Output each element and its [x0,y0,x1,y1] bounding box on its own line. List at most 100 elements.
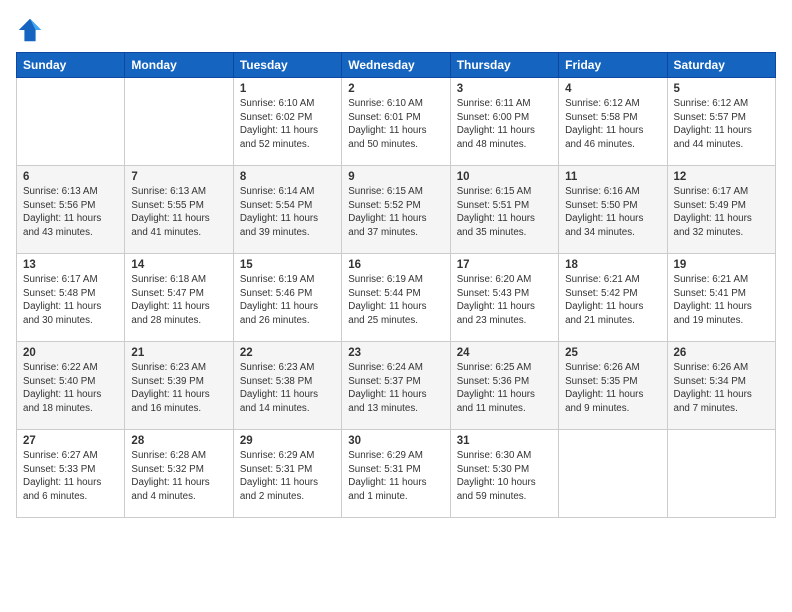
calendar-cell: 17Sunrise: 6:20 AMSunset: 5:43 PMDayligh… [450,254,558,342]
day-number: 20 [23,347,118,359]
day-info: Sunrise: 6:28 AMSunset: 5:32 PMDaylight:… [131,449,226,504]
day-info: Sunrise: 6:30 AMSunset: 5:30 PMDaylight:… [457,449,552,504]
day-number: 11 [565,171,660,183]
day-info: Sunrise: 6:17 AMSunset: 5:49 PMDaylight:… [674,185,769,240]
calendar-cell: 6 Sunrise: 6:13 AMSunset: 5:56 PMDaylight… [17,166,125,254]
day-number: 23 [348,347,443,359]
calendar-cell: 12 Sunrise: 6:17 AMSunset: 5:49 PMDayligh… [667,166,775,254]
day-number: 4 [565,83,660,95]
day-number: 22 [240,347,335,359]
calendar-week: 27Sunrise: 6:27 AMSunset: 5:33 PMDayligh… [17,430,776,518]
day-number: 5 [674,83,769,95]
weekday-header: Monday [125,53,233,78]
calendar-cell [667,430,775,518]
day-info: Sunrise: 6:13 AMSunset: 5:55 PMDaylight:… [131,185,226,240]
calendar-cell: 4 Sunrise: 6:12 AMSunset: 5:58 PMDaylight… [559,78,667,166]
day-info: Sunrise: 6:11 AMSunset: 6:00 PMDaylight:… [457,97,552,152]
day-info: Sunrise: 6:10 AMSunset: 6:02 PMDaylight:… [240,97,335,152]
calendar-cell: 24 Sunrise: 6:25 AMSunset: 5:36 PMDayligh… [450,342,558,430]
calendar-cell: 26 Sunrise: 6:26 AMSunset: 5:34 PMDayligh… [667,342,775,430]
day-info: Sunrise: 6:20 AMSunset: 5:43 PMDaylight:… [457,273,552,328]
calendar-cell [17,78,125,166]
calendar-cell: 15Sunrise: 6:19 AMSunset: 5:46 PMDayligh… [233,254,341,342]
day-number: 7 [131,171,226,183]
day-number: 14 [131,259,226,271]
day-number: 18 [565,259,660,271]
weekday-header: Sunday [17,53,125,78]
calendar-cell: 5Sunrise: 6:12 AMSunset: 5:57 PMDaylight… [667,78,775,166]
calendar-cell [125,78,233,166]
day-number: 21 [131,347,226,359]
day-number: 6 [23,171,118,183]
calendar-week: 13 Sunrise: 6:17 AMSunset: 5:48 PMDayligh… [17,254,776,342]
calendar-week: 20 Sunrise: 6:22 AMSunset: 5:40 PMDayligh… [17,342,776,430]
day-number: 10 [457,171,552,183]
day-info: Sunrise: 6:21 AMSunset: 5:42 PMDaylight:… [565,273,660,328]
day-number: 16 [348,259,443,271]
day-info: Sunrise: 6:21 AMSunset: 5:41 PMDaylight:… [674,273,769,328]
weekday-header: Friday [559,53,667,78]
day-info: Sunrise: 6:29 AMSunset: 5:31 PMDaylight:… [348,449,443,504]
calendar-cell: 23 Sunrise: 6:24 AMSunset: 5:37 PMDayligh… [342,342,450,430]
calendar-week: 6 Sunrise: 6:13 AMSunset: 5:56 PMDaylight… [17,166,776,254]
day-info: Sunrise: 6:29 AMSunset: 5:31 PMDaylight:… [240,449,335,504]
day-number: 9 [348,171,443,183]
calendar-cell: 19 Sunrise: 6:21 AMSunset: 5:41 PMDayligh… [667,254,775,342]
day-number: 31 [457,435,552,447]
calendar-cell: 31 Sunrise: 6:30 AMSunset: 5:30 PMDayligh… [450,430,558,518]
day-info: Sunrise: 6:22 AMSunset: 5:40 PMDaylight:… [23,361,118,416]
calendar-cell: 13 Sunrise: 6:17 AMSunset: 5:48 PMDayligh… [17,254,125,342]
day-info: Sunrise: 6:26 AMSunset: 5:34 PMDaylight:… [674,361,769,416]
day-number: 15 [240,259,335,271]
calendar-cell: 16Sunrise: 6:19 AMSunset: 5:44 PMDayligh… [342,254,450,342]
calendar-cell: 27Sunrise: 6:27 AMSunset: 5:33 PMDayligh… [17,430,125,518]
calendar-cell: 22 Sunrise: 6:23 AMSunset: 5:38 PMDayligh… [233,342,341,430]
calendar-cell: 2Sunrise: 6:10 AMSunset: 6:01 PMDaylight… [342,78,450,166]
day-number: 13 [23,259,118,271]
calendar-cell: 21 Sunrise: 6:23 AMSunset: 5:39 PMDayligh… [125,342,233,430]
day-info: Sunrise: 6:12 AMSunset: 5:58 PMDaylight:… [565,97,660,152]
weekday-header: Saturday [667,53,775,78]
day-number: 25 [565,347,660,359]
day-info: Sunrise: 6:23 AMSunset: 5:38 PMDaylight:… [240,361,335,416]
day-info: Sunrise: 6:26 AMSunset: 5:35 PMDaylight:… [565,361,660,416]
day-info: Sunrise: 6:27 AMSunset: 5:33 PMDaylight:… [23,449,118,504]
calendar-cell: 1 Sunrise: 6:10 AMSunset: 6:02 PMDaylight… [233,78,341,166]
day-number: 26 [674,347,769,359]
calendar-cell: 9 Sunrise: 6:15 AMSunset: 5:52 PMDaylight… [342,166,450,254]
calendar-cell: 3 Sunrise: 6:11 AMSunset: 6:00 PMDaylight… [450,78,558,166]
calendar-week: 1 Sunrise: 6:10 AMSunset: 6:02 PMDaylight… [17,78,776,166]
calendar-cell: 18 Sunrise: 6:21 AMSunset: 5:42 PMDayligh… [559,254,667,342]
logo-icon [16,16,44,44]
day-number: 3 [457,83,552,95]
calendar-cell [559,430,667,518]
day-info: Sunrise: 6:23 AMSunset: 5:39 PMDaylight:… [131,361,226,416]
logo [16,16,48,44]
day-info: Sunrise: 6:17 AMSunset: 5:48 PMDaylight:… [23,273,118,328]
day-number: 1 [240,83,335,95]
day-number: 29 [240,435,335,447]
day-number: 28 [131,435,226,447]
calendar-cell: 28 Sunrise: 6:28 AMSunset: 5:32 PMDayligh… [125,430,233,518]
weekday-header: Thursday [450,53,558,78]
calendar-cell: 20 Sunrise: 6:22 AMSunset: 5:40 PMDayligh… [17,342,125,430]
day-number: 24 [457,347,552,359]
day-info: Sunrise: 6:15 AMSunset: 5:52 PMDaylight:… [348,185,443,240]
calendar-cell: 11 Sunrise: 6:16 AMSunset: 5:50 PMDayligh… [559,166,667,254]
day-info: Sunrise: 6:10 AMSunset: 6:01 PMDaylight:… [348,97,443,152]
calendar-cell: 7 Sunrise: 6:13 AMSunset: 5:55 PMDaylight… [125,166,233,254]
day-info: Sunrise: 6:16 AMSunset: 5:50 PMDaylight:… [565,185,660,240]
calendar-header: SundayMondayTuesdayWednesdayThursdayFrid… [17,53,776,78]
day-info: Sunrise: 6:13 AMSunset: 5:56 PMDaylight:… [23,185,118,240]
calendar-cell: 25 Sunrise: 6:26 AMSunset: 5:35 PMDayligh… [559,342,667,430]
calendar-cell: 8Sunrise: 6:14 AMSunset: 5:54 PMDaylight… [233,166,341,254]
calendar-table: SundayMondayTuesdayWednesdayThursdayFrid… [16,52,776,518]
day-number: 12 [674,171,769,183]
day-number: 19 [674,259,769,271]
day-info: Sunrise: 6:24 AMSunset: 5:37 PMDaylight:… [348,361,443,416]
day-number: 8 [240,171,335,183]
day-number: 30 [348,435,443,447]
day-info: Sunrise: 6:25 AMSunset: 5:36 PMDaylight:… [457,361,552,416]
page-header [16,16,776,44]
weekday-header: Tuesday [233,53,341,78]
